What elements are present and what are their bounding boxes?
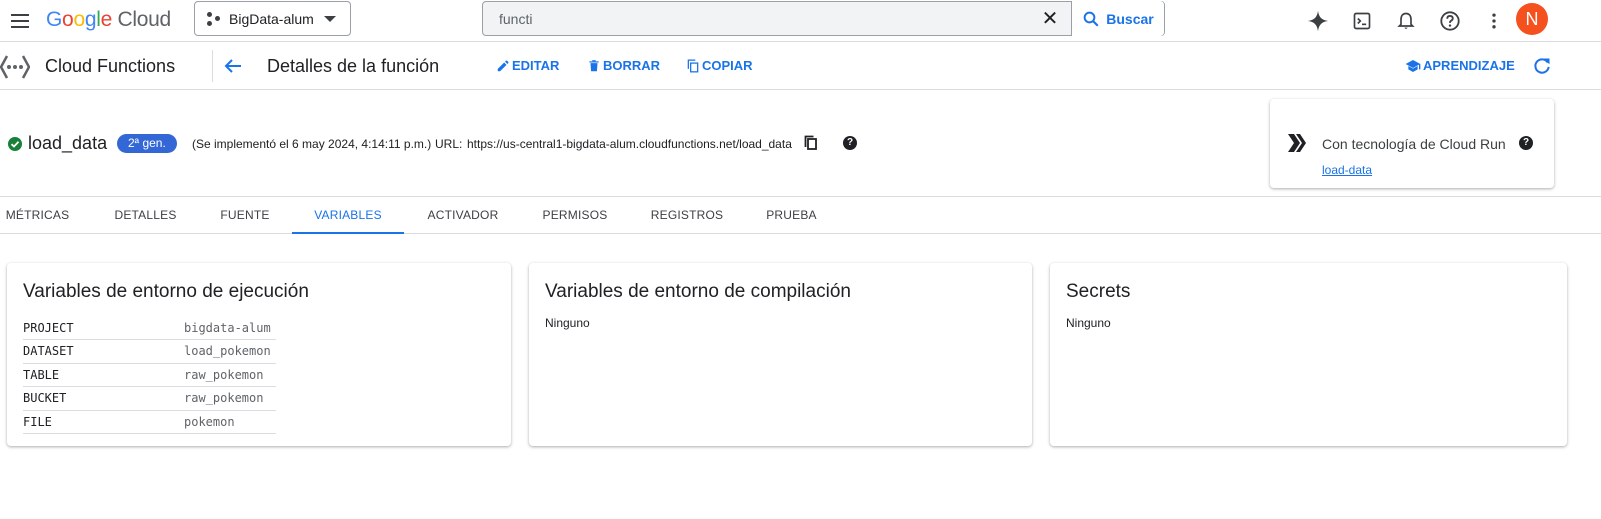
- check-circle-icon: [8, 137, 22, 151]
- secrets-card: Secrets Ninguno: [1050, 263, 1567, 446]
- top-actions: [1303, 6, 1523, 36]
- cloud-run-title: Con tecnología de Cloud Run: [1322, 136, 1506, 152]
- search-bar: ✕ Buscar: [482, 1, 1165, 36]
- notifications-icon[interactable]: [1391, 6, 1421, 36]
- function-url[interactable]: https://us-central1-bigdata-alum.cloudfu…: [467, 137, 792, 151]
- page-title: Detalles de la función: [267, 56, 440, 76]
- secrets-title: Secrets: [1066, 281, 1131, 302]
- runtime-env-table: PROJECT bigdata-alum DATASET load_pokemon …: [23, 316, 276, 434]
- search-button[interactable]: Buscar: [1071, 1, 1164, 36]
- copy-button[interactable]: COPIAR: [686, 58, 753, 73]
- delete-button[interactable]: BORRAR: [587, 58, 660, 73]
- help-icon[interactable]: [1435, 6, 1465, 36]
- edit-label: EDITAR: [512, 58, 560, 73]
- tab-registros[interactable]: REGISTROS: [641, 197, 733, 234]
- school-icon: [1405, 59, 1421, 72]
- url-help-icon[interactable]: ?: [843, 136, 857, 150]
- product-name: Cloud Functions: [45, 56, 176, 76]
- project-name: BigData-alum: [229, 10, 314, 27]
- cloud-functions-icon: [0, 55, 30, 79]
- build-env-title: Variables de entorno de compilación: [545, 281, 851, 302]
- pencil-icon: [497, 59, 509, 71]
- more-vert-icon[interactable]: [1479, 6, 1509, 36]
- top-bar: Google Cloud BigData-alum ✕ Buscar N: [0, 0, 1601, 42]
- table-row: PROJECT bigdata-alum: [23, 316, 276, 340]
- cloud-shell-icon[interactable]: [1347, 6, 1377, 36]
- table-row: DATASET load_pokemon: [23, 339, 276, 364]
- env-key: PROJECT: [23, 316, 184, 340]
- search-input[interactable]: [499, 10, 1029, 27]
- cloud-run-card: Con tecnología de Cloud Run ? load-data: [1270, 99, 1554, 188]
- project-picker[interactable]: BigData-alum: [194, 1, 351, 36]
- function-name: load_data: [28, 133, 108, 153]
- secrets-empty: Ninguno: [1066, 316, 1111, 330]
- env-key: TABLE: [23, 363, 184, 387]
- runtime-env-title: Variables de entorno de ejecución: [23, 281, 309, 302]
- avatar[interactable]: N: [1516, 3, 1548, 35]
- env-value: load_pokemon: [184, 339, 276, 364]
- env-value: pokemon: [184, 410, 276, 434]
- cloud-run-icon: [1288, 134, 1306, 152]
- tab-detalles[interactable]: DETALLES: [98, 197, 193, 234]
- clear-search-icon[interactable]: ✕: [1039, 8, 1061, 30]
- url-label: URL:: [435, 137, 463, 151]
- env-key: DATASET: [23, 339, 184, 364]
- project-icon: [207, 11, 221, 26]
- deployed-timestamp: (Se implementó el 6 may 2024, 4:14:11 p.…: [192, 137, 432, 151]
- refresh-icon[interactable]: [1532, 56, 1552, 76]
- tab-activador[interactable]: ACTIVADOR: [416, 197, 510, 234]
- learn-button[interactable]: APRENDIZAJE: [1405, 58, 1515, 73]
- tab-variables[interactable]: VARIABLES: [292, 197, 404, 234]
- env-key: FILE: [23, 410, 184, 434]
- google-cloud-logo[interactable]: Google Cloud: [46, 8, 171, 32]
- copy-label: COPIAR: [702, 58, 753, 73]
- main-menu-icon[interactable]: [6, 7, 34, 35]
- delete-label: BORRAR: [603, 58, 661, 73]
- env-key: BUCKET: [23, 386, 184, 411]
- tab-metricas[interactable]: MÉTRICAS: [0, 197, 75, 234]
- edit-button[interactable]: EDITAR: [496, 58, 559, 73]
- tab-prueba[interactable]: PRUEBA: [756, 197, 827, 234]
- learn-label: APRENDIZAJE: [1423, 58, 1515, 73]
- table-row: TABLE raw_pokemon: [23, 363, 276, 387]
- divider: [212, 50, 213, 82]
- copy-icon: [687, 59, 699, 72]
- cloud-run-help-icon[interactable]: ?: [1519, 136, 1533, 150]
- build-env-card: Variables de entorno de compilación Ning…: [529, 263, 1032, 446]
- chevron-down-icon: [324, 16, 336, 22]
- function-header: load_data 2ª gen. (Se implementó el 6 ma…: [0, 90, 1601, 197]
- table-row: BUCKET raw_pokemon: [23, 386, 276, 411]
- env-value: raw_pokemon: [184, 363, 276, 387]
- env-value: bigdata-alum: [184, 316, 276, 340]
- tab-bar: MÉTRICAS DETALLES FUENTE VARIABLES ACTIV…: [0, 197, 1601, 234]
- build-env-empty: Ninguno: [545, 316, 590, 330]
- search-button-label: Buscar: [1106, 10, 1154, 27]
- generation-badge: 2ª gen.: [117, 134, 177, 153]
- tab-fuente[interactable]: FUENTE: [205, 197, 285, 234]
- copy-url-icon[interactable]: [804, 135, 818, 151]
- gemini-icon[interactable]: [1303, 6, 1333, 36]
- table-row: FILE pokemon: [23, 410, 276, 434]
- env-value: raw_pokemon: [184, 386, 276, 411]
- cloud-run-service-link[interactable]: load-data: [1322, 163, 1372, 177]
- product-bar: Cloud Functions Detalles de la función E…: [0, 42, 1601, 90]
- trash-icon: [589, 59, 599, 71]
- search-icon: [1083, 11, 1099, 26]
- tab-permisos[interactable]: PERMISOS: [532, 197, 618, 234]
- runtime-env-card: Variables de entorno de ejecución PROJEC…: [7, 263, 511, 446]
- back-arrow-icon[interactable]: [221, 54, 245, 78]
